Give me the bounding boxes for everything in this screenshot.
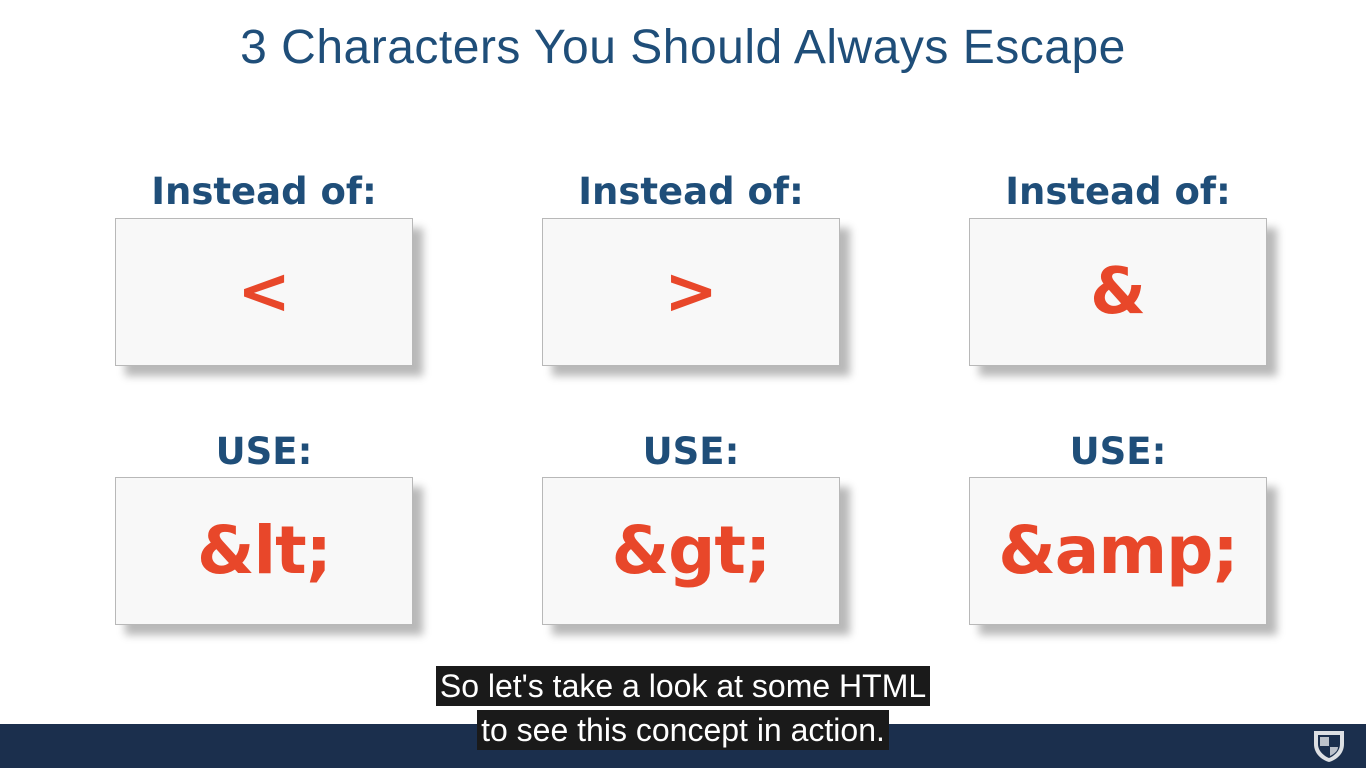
caption-line-2: to see this concept in action. (0, 710, 1366, 750)
caption-text-1: So let's take a look at some HTML (435, 666, 931, 706)
entity-card-lt: &lt; (115, 477, 413, 625)
entity-gt: &gt; (611, 512, 772, 589)
character-card-greater-than: > (542, 218, 840, 366)
use-heading-2: USE: (642, 430, 740, 473)
entity-amp: &amp; (998, 512, 1239, 589)
character-greater-than: > (664, 255, 718, 329)
instead-of-heading-2: Instead of: (578, 170, 804, 213)
character-card-less-than: < (115, 218, 413, 366)
character-ampersand: & (1090, 255, 1146, 329)
use-heading-3: USE: (1069, 430, 1167, 473)
instead-of-heading-1: Instead of: (151, 170, 377, 213)
entity-lt: &lt; (196, 512, 332, 589)
entity-card-amp: &amp; (969, 477, 1267, 625)
slide-title: 3 Characters You Should Always Escape (240, 21, 1126, 74)
slide: 3 Characters You Should Always Escape In… (0, 0, 1366, 768)
entity-card-gt: &gt; (542, 477, 840, 625)
caption-line-1: So let's take a look at some HTML (0, 666, 1366, 706)
character-less-than: < (237, 255, 291, 329)
instead-of-heading-3: Instead of: (1005, 170, 1231, 213)
character-card-ampersand: & (969, 218, 1267, 366)
caption-text-2: to see this concept in action. (477, 710, 889, 750)
use-heading-1: USE: (215, 430, 313, 473)
